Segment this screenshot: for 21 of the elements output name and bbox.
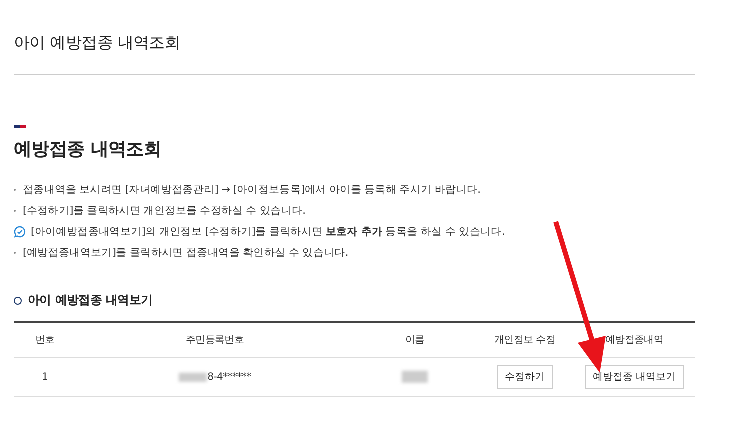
view-history-button[interactable]: 예방접종 내역보기 [584,365,684,389]
blurred-text [402,371,428,383]
page-title: 아이 예방접종 내역조회 [14,33,181,54]
edit-button[interactable]: 수정하기 [497,365,553,389]
column-header: 주민등록번호 [186,334,244,347]
table-cell: 1 [42,372,48,382]
section-heading: 예방접종 내역조회 [14,138,162,161]
note-text: [수정하기]를 클릭하시면 개인정보를 수정하실 수 있습니다. [23,204,306,218]
note-text: 접종내역을 보시려면 [자녀예방접종관리] → [아이정보등록]에서 아이를 등록해 주시기 바랍니다. [23,183,481,197]
table-cell: 8-4****** [208,372,252,382]
note-text: [아이예방접종내역보기]의 개인정보 [수정하기]를 클릭하시면 보호자 추가 등록을 하실 수 있습니다. [31,225,505,239]
column-header: 개인정보 수정 [494,334,556,347]
note-text: [예방접종내역보기]를 클릭하시면 접종내역을 확인하실 수 있습니다. [23,246,348,260]
accent-mark [14,125,26,128]
column-header: 번호 [35,334,55,347]
circle-icon [14,296,22,304]
blurred-text [178,372,207,382]
table-title: 아이 예방접종 내역보기 [28,292,153,309]
chat-check-icon [14,226,26,238]
column-header: 예방접종내역 [605,334,664,347]
column-header: 이름 [405,334,425,347]
